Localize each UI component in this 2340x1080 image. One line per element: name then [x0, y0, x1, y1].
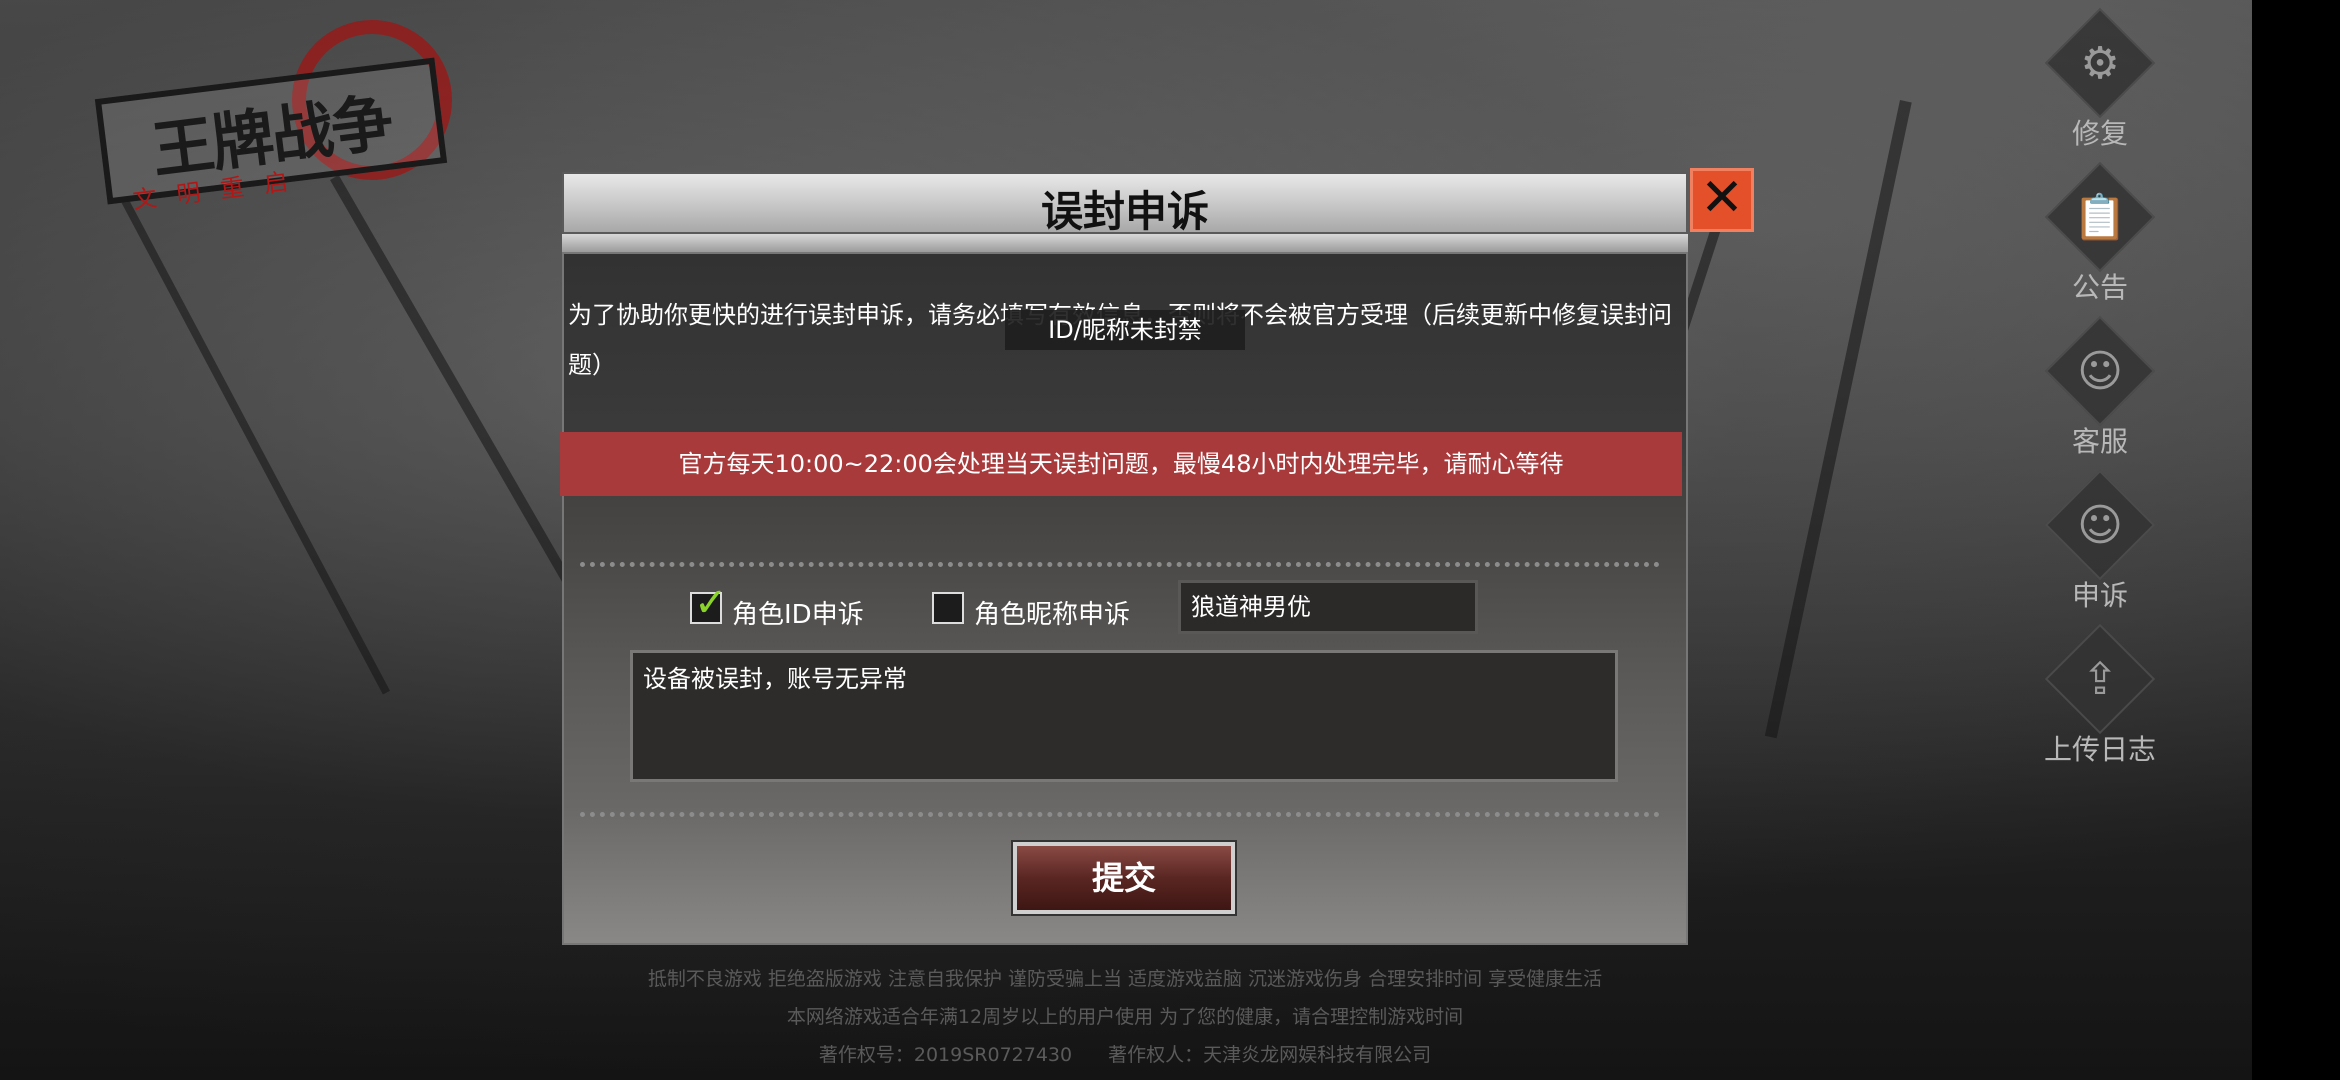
- headset-icon: ☺: [2077, 345, 2123, 397]
- appeal-reason-textarea[interactable]: 设备被误封，账号无异常: [630, 650, 1618, 782]
- appeal-options-row: ✓ 角色ID申诉 角色昵称申诉 狼道神男优: [560, 580, 1682, 636]
- nickname-appeal-label[interactable]: 角色昵称申诉: [974, 594, 1130, 631]
- appeal-dialog: 误封申诉 为了协助你更快的进行误封申诉，请务必填写有效信息，否则将不会被官方受理…: [560, 170, 1690, 945]
- id-appeal-checkbox[interactable]: ✓: [690, 580, 728, 626]
- sidebar-item-repair[interactable]: ⚙ 修复: [2040, 7, 2160, 152]
- sidebar-item-notice[interactable]: 📋 公告: [2040, 161, 2160, 306]
- game-screen: 王牌战争 文明重启 ⚙ 修复 📋 公告 ☺ 客服 ☺ 申诉 ⇪ 上传日志 误封申…: [0, 0, 2340, 1080]
- id-appeal-label[interactable]: 角色ID申诉: [732, 594, 864, 631]
- sidebar-item-appeal[interactable]: ☺ 申诉: [2040, 469, 2160, 614]
- dotted-divider: [580, 812, 1660, 817]
- processing-notice-banner: 官方每天10:00~22:00会处理当天误封问题，最慢48小时内处理完毕，请耐心…: [560, 432, 1682, 496]
- footer-copyright: 著作权号：2019SR0727430 著作权人：天津炎龙网娱科技有限公司: [560, 1036, 1690, 1074]
- copyright-owner: 著作权人：天津炎龙网娱科技有限公司: [1108, 1044, 1432, 1066]
- sidebar-item-upload-log[interactable]: ⇪ 上传日志: [2040, 623, 2160, 768]
- check-icon: ✓: [694, 580, 728, 626]
- health-notice-footer: 抵制不良游戏 拒绝盗版游戏 注意自我保护 谨防受骗上当 适度游戏益脑 沉迷游戏伤…: [560, 960, 1690, 1074]
- dialog-header: 误封申诉: [562, 172, 1688, 236]
- headset-icon: ☺: [2077, 499, 2123, 551]
- close-button[interactable]: ✕: [1690, 168, 1754, 232]
- dialog-title: 误封申诉: [1040, 187, 1209, 236]
- copyright-number: 著作权号：2019SR0727430: [818, 1044, 1073, 1066]
- status-tooltip: ID/昵称未封禁: [1005, 310, 1245, 350]
- dotted-divider: [580, 562, 1660, 567]
- submit-button[interactable]: 提交: [1013, 842, 1235, 914]
- header-divider: [562, 234, 1688, 252]
- close-icon: ✕: [1700, 168, 1744, 228]
- footer-line: 本网络游戏适合年满12周岁以上的用户使用 为了您的健康，请合理控制游戏时间: [786, 1006, 1464, 1028]
- sidebar-item-support[interactable]: ☺ 客服: [2040, 315, 2160, 460]
- nickname-appeal-checkbox[interactable]: [932, 592, 964, 624]
- screen-edge: [2252, 0, 2340, 1080]
- fence-decoration: [1764, 100, 1912, 739]
- upload-icon: ⇪: [2081, 653, 2119, 705]
- notice-icon: 📋: [2072, 192, 2128, 243]
- gear-icon: ⚙: [2080, 37, 2120, 89]
- game-logo: 王牌战争 文明重启: [92, 20, 452, 215]
- footer-line: 抵制不良游戏 拒绝盗版游戏 注意自我保护 谨防受骗上当 适度游戏益脑 沉迷游戏伤…: [647, 968, 1603, 990]
- role-name-input[interactable]: 狼道神男优: [1178, 580, 1478, 634]
- fence-decoration: [120, 196, 390, 695]
